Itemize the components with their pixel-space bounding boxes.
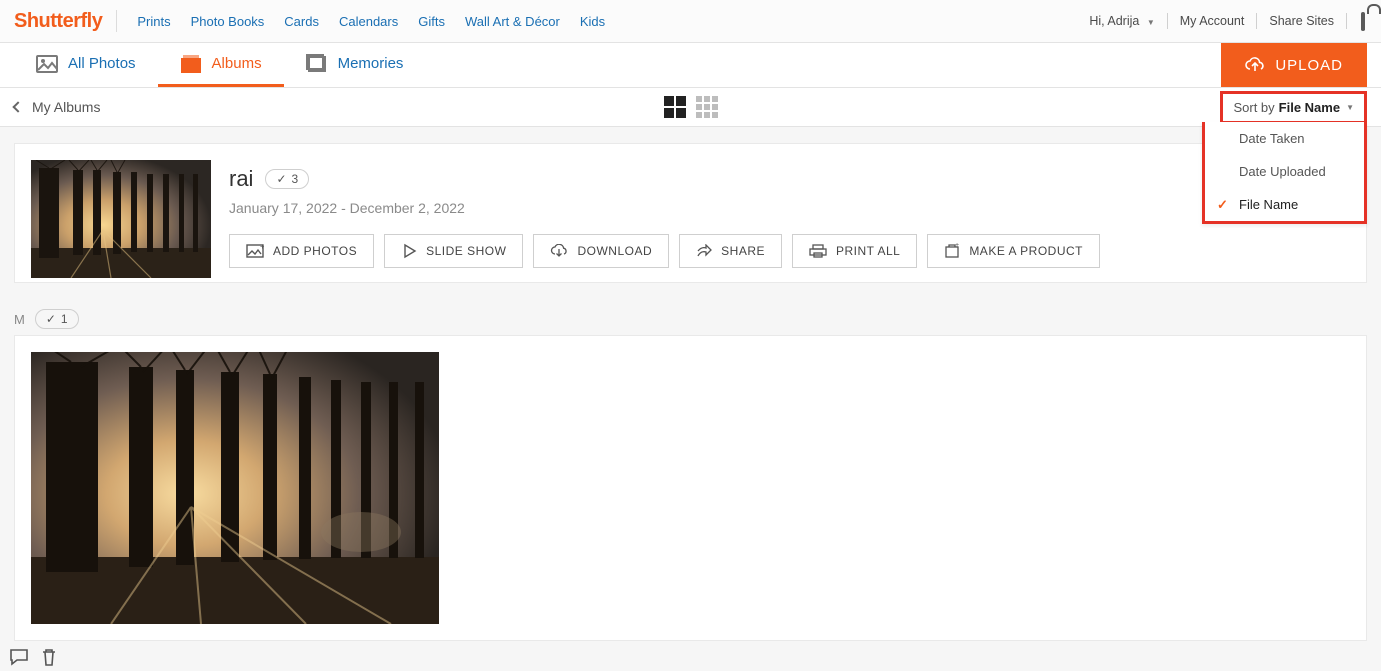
photo-thumbnail[interactable]: [31, 352, 439, 624]
comment-icon[interactable]: [8, 647, 30, 667]
album-date-range: January 17, 2022 - December 2, 2022: [229, 200, 1100, 216]
album-toolbar: My Albums Sort by File Name ▼ Date Taken…: [0, 88, 1381, 127]
nav-cards[interactable]: Cards: [284, 14, 319, 29]
sort-label[interactable]: Sort by File Name ▼: [1223, 94, 1364, 121]
button-label: PRINT ALL: [836, 244, 900, 258]
tab-albums[interactable]: Albums: [158, 43, 284, 87]
sort-dropdown[interactable]: Sort by File Name ▼ Date Taken Date Uplo…: [1220, 91, 1367, 124]
slide-show-button[interactable]: SLIDE SHOW: [384, 234, 523, 268]
nav-kids[interactable]: Kids: [580, 14, 605, 29]
share-sites-link[interactable]: Share Sites: [1269, 14, 1334, 28]
svg-text:+: +: [955, 243, 960, 249]
album-info: rai ✓ 3 January 17, 2022 - December 2, 2…: [229, 160, 1100, 268]
back-link[interactable]: My Albums: [14, 99, 100, 115]
album-selected-count[interactable]: ✓ 3: [265, 169, 309, 189]
trash-icon[interactable]: [40, 647, 58, 667]
sort-option-file-name[interactable]: File Name: [1205, 188, 1364, 221]
tab-bar: All Photos Albums Memories UPLOAD: [0, 43, 1381, 88]
photo-grid: [14, 335, 1367, 641]
print-all-button[interactable]: PRINT ALL: [792, 234, 917, 268]
play-icon: [401, 243, 417, 259]
add-photo-icon: +: [246, 244, 264, 258]
memories-icon: [306, 54, 328, 74]
svg-text:+: +: [260, 244, 264, 251]
button-label: DOWNLOAD: [577, 244, 652, 258]
tab-memories[interactable]: Memories: [284, 43, 426, 87]
check-icon: ✓: [276, 172, 286, 186]
group-selected-count[interactable]: ✓ 1: [35, 309, 79, 329]
upload-label: UPLOAD: [1275, 57, 1343, 74]
check-icon: ✓: [46, 312, 56, 326]
button-label: MAKE A PRODUCT: [969, 244, 1083, 258]
tab-label: Memories: [338, 55, 404, 72]
share-button[interactable]: SHARE: [679, 234, 782, 268]
sort-option-date-taken[interactable]: Date Taken: [1205, 122, 1364, 155]
upload-button[interactable]: UPLOAD: [1221, 43, 1367, 87]
nav-wall-art[interactable]: Wall Art & Décor: [465, 14, 560, 29]
nav-calendars[interactable]: Calendars: [339, 14, 398, 29]
tab-label: All Photos: [68, 55, 136, 72]
count-text: 3: [292, 172, 299, 186]
printer-icon: [809, 244, 827, 258]
share-icon: [696, 244, 712, 258]
back-label: My Albums: [32, 99, 100, 115]
album-thumbnail[interactable]: [31, 160, 211, 278]
cloud-upload-icon: [1245, 57, 1265, 73]
cloud-download-icon: [550, 244, 568, 258]
nav-prints[interactable]: Prints: [137, 14, 170, 29]
tab-all-photos[interactable]: All Photos: [14, 43, 158, 87]
greeting-text: Hi, Adrija: [1089, 14, 1139, 28]
header-right: Hi, Adrija ▼ My Account Share Sites: [1089, 8, 1367, 34]
nav-photo-books[interactable]: Photo Books: [191, 14, 265, 29]
product-icon: +: [944, 243, 960, 259]
cart-icon[interactable]: [1359, 8, 1367, 34]
nav-gifts[interactable]: Gifts: [418, 14, 445, 29]
grid-large-icon[interactable]: [664, 96, 686, 118]
sort-option-date-uploaded[interactable]: Date Uploaded: [1205, 155, 1364, 188]
chevron-left-icon: [12, 101, 23, 112]
photo-icon: [36, 55, 58, 73]
top-nav: Prints Photo Books Cards Calendars Gifts…: [116, 10, 605, 32]
group-letter: M: [14, 312, 25, 327]
tab-label: Albums: [212, 55, 262, 72]
user-greeting[interactable]: Hi, Adrija ▼: [1089, 14, 1154, 28]
album-title: rai: [229, 166, 253, 192]
view-toggle: [664, 96, 718, 118]
site-header: Shutterfly Prints Photo Books Cards Cale…: [0, 0, 1381, 43]
button-label: ADD PHOTOS: [273, 244, 357, 258]
sort-value: File Name: [1279, 100, 1340, 115]
logo[interactable]: Shutterfly: [14, 10, 102, 33]
count-text: 1: [61, 312, 68, 326]
album-actions: + ADD PHOTOS SLIDE SHOW DOWNLOAD SHARE P…: [229, 234, 1100, 268]
sort-prefix: Sort by: [1233, 100, 1274, 115]
group-heading: M ✓ 1: [0, 299, 1381, 335]
my-account-link[interactable]: My Account: [1180, 14, 1245, 28]
download-button[interactable]: DOWNLOAD: [533, 234, 669, 268]
albums-icon: [180, 54, 202, 74]
bottom-toolbar: [8, 647, 58, 667]
sort-menu: Date Taken Date Uploaded File Name: [1202, 122, 1367, 224]
button-label: SHARE: [721, 244, 765, 258]
make-product-button[interactable]: + MAKE A PRODUCT: [927, 234, 1100, 268]
button-label: SLIDE SHOW: [426, 244, 506, 258]
grid-small-icon[interactable]: [696, 96, 718, 118]
add-photos-button[interactable]: + ADD PHOTOS: [229, 234, 374, 268]
album-header: rai ✓ 3 January 17, 2022 - December 2, 2…: [14, 143, 1367, 283]
